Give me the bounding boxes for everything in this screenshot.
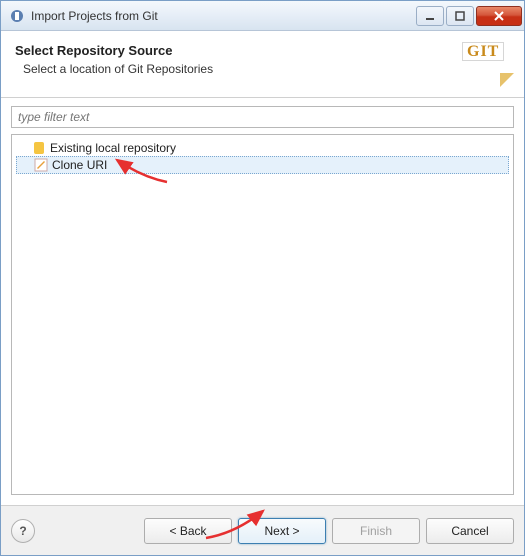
app-icon [9,8,25,24]
source-clone-uri[interactable]: Clone URI [16,156,509,174]
repository-source-list[interactable]: Existing local repository Clone URI [11,134,514,495]
git-logo-icon: GIT [462,43,510,83]
wizard-header: Select Repository Source Select a locati… [1,31,524,98]
source-existing-local[interactable]: Existing local repository [14,139,511,157]
tree-item-label: Existing local repository [50,141,176,155]
window-controls [416,6,522,26]
database-icon [32,141,46,155]
filter-input[interactable] [11,106,514,128]
page-title: Select Repository Source [15,43,462,58]
window-title: Import Projects from Git [31,9,416,23]
titlebar[interactable]: Import Projects from Git [1,1,524,31]
next-button[interactable]: Next > [238,518,326,544]
button-bar: ? < Back Next > Finish Cancel [1,505,524,555]
dialog-window: Import Projects from Git Select Reposito… [0,0,525,556]
finish-button[interactable]: Finish [332,518,420,544]
back-button[interactable]: < Back [144,518,232,544]
page-subtitle: Select a location of Git Repositories [23,62,462,76]
help-button[interactable]: ? [11,519,35,543]
edit-icon [34,158,48,172]
tree-item-label: Clone URI [52,158,107,172]
maximize-button[interactable] [446,6,474,26]
content-area: Existing local repository Clone URI [1,98,524,505]
cancel-button[interactable]: Cancel [426,518,514,544]
minimize-button[interactable] [416,6,444,26]
close-button[interactable] [476,6,522,26]
